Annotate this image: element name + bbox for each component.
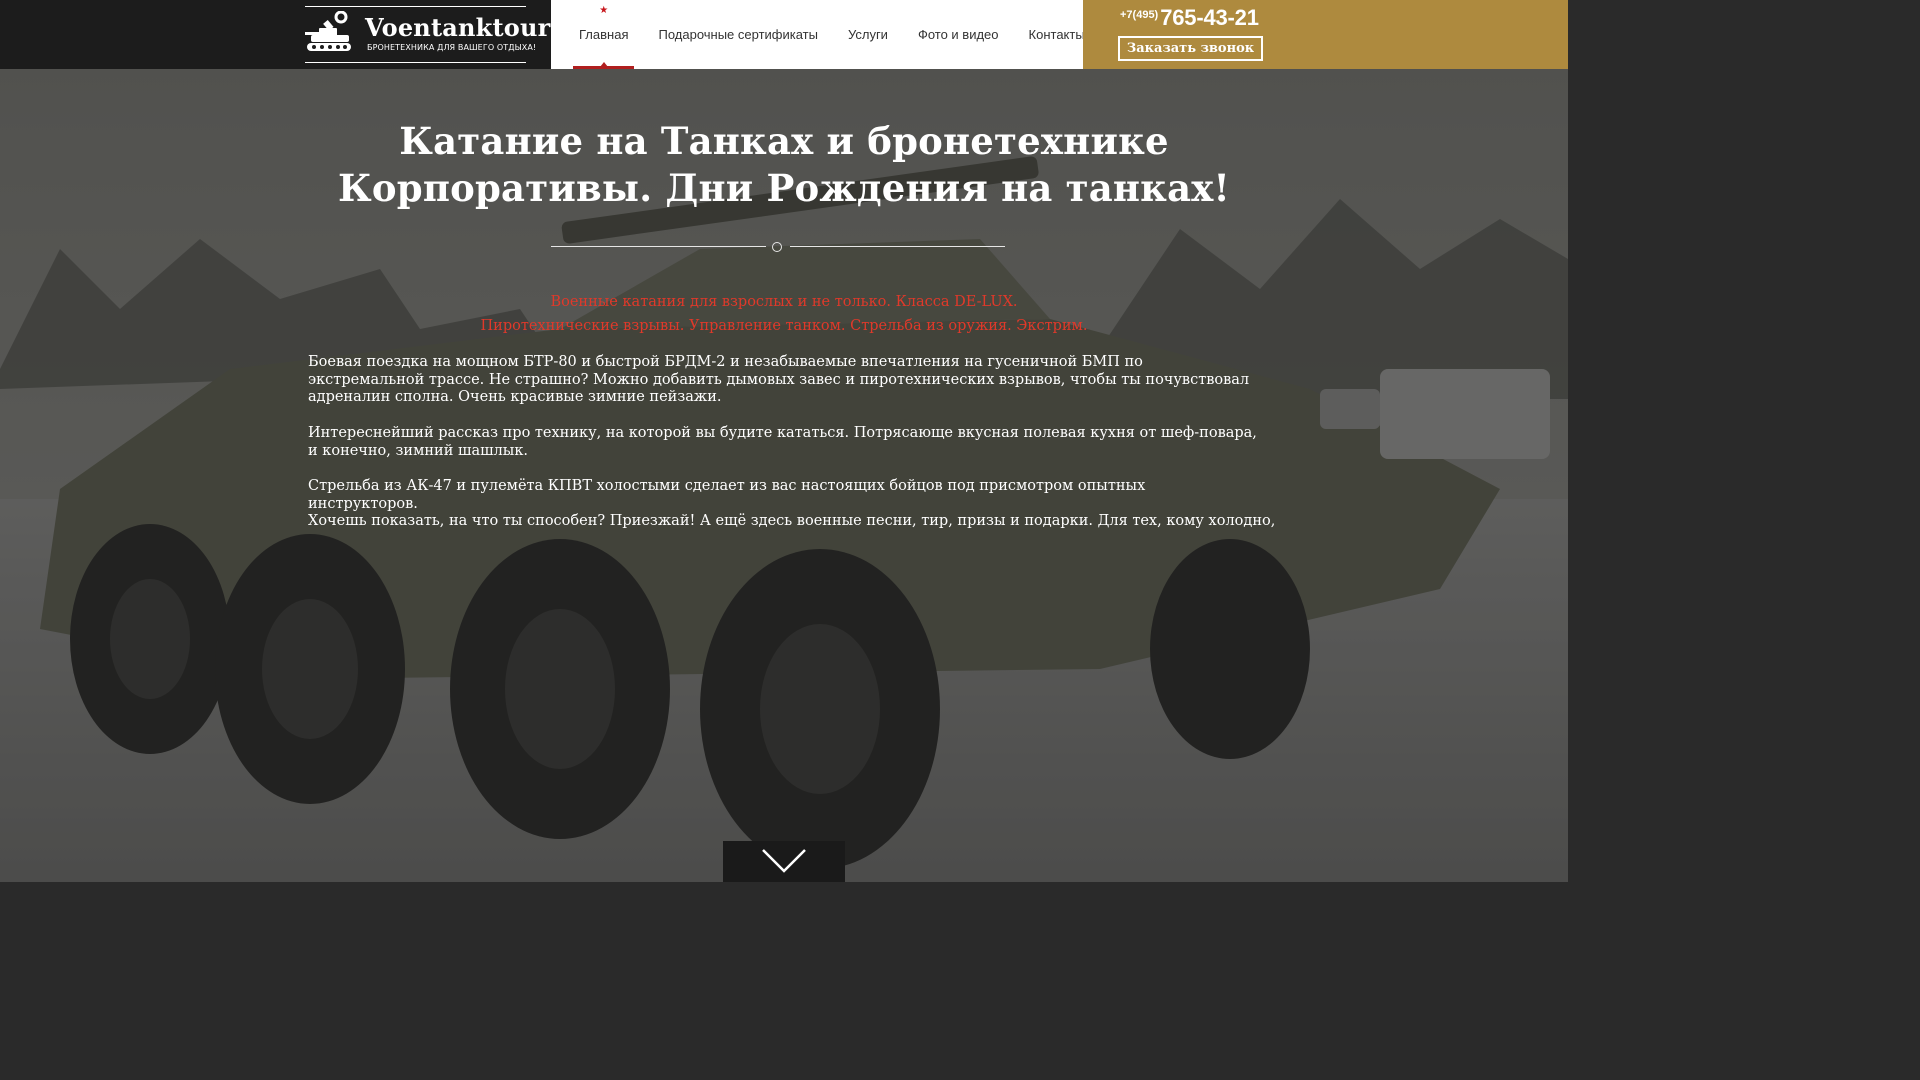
nav-item-label: Фото и видео	[917, 27, 999, 42]
hero-title-line1: Катание на Танках и бронетехнике	[399, 119, 1169, 163]
title-divider	[551, 240, 1005, 254]
hero-paragraph-4: Хочешь показать, на что ты способен? При…	[308, 513, 1276, 529]
divider-circle-icon	[772, 242, 782, 252]
nav-item-contacts[interactable]: Контакты	[1023, 0, 1091, 69]
nav-item-label: Подарочные сертификаты	[658, 27, 818, 42]
hero-paragraph-3: Стрельба из АК-47 и пулемёта КПВТ холост…	[308, 478, 1146, 512]
site-header: Voentanktour БРОНЕТЕХНИКА ДЛЯ ВАШЕГО ОТД…	[0, 0, 1568, 69]
logo-title: Voentanktour	[365, 13, 551, 42]
nav-item-photo-video[interactable]: Фото и видео	[912, 0, 1005, 69]
logo-subtitle: БРОНЕТЕХНИКА ДЛЯ ВАШЕГО ОТДЫХА!	[367, 43, 537, 52]
hero-tagline-2: Пиротехнические взрывы. Управление танко…	[480, 318, 1088, 334]
logo[interactable]: Voentanktour БРОНЕТЕХНИКА ДЛЯ ВАШЕГО ОТД…	[305, 6, 550, 63]
phone-digits: 765-43-21	[1160, 5, 1259, 30]
chevron-down-icon	[762, 849, 806, 873]
nav-item-label: Контакты	[1028, 27, 1085, 42]
hero-tagline-1: Военные катания для взрослых и не только…	[550, 294, 1018, 310]
contact-area: +7(495)765-43-21 Заказать звонок	[1083, 0, 1568, 69]
hero-section: Катание на Танках и бронетехнике Корпора…	[0, 69, 1568, 882]
hero-title-line2: Корпоративы. Дни Рождения на танках!	[338, 166, 1230, 210]
nav-item-services[interactable]: Услуги	[842, 0, 894, 69]
divider-line-right	[790, 246, 1005, 247]
scroll-down-button[interactable]	[723, 841, 845, 882]
phone-prefix: +7(495)	[1120, 9, 1159, 21]
star-icon: ★	[599, 5, 609, 16]
main-nav: ★ Главная Подарочные сертификаты Услуги …	[551, 0, 1085, 69]
nav-item-home[interactable]: ★ Главная	[573, 0, 635, 69]
nav-item-label: Главная	[579, 27, 629, 42]
nav-item-gift-certificates[interactable]: Подарочные сертификаты	[652, 0, 823, 69]
hero-paragraph-2: Интереснейший рассказ про технику, на ко…	[308, 425, 1257, 459]
tank-icon	[305, 11, 351, 51]
hero-paragraph-1: Боевая поездка на мощном БТР-80 и быстро…	[308, 354, 1250, 405]
nav-item-label: Услуги	[847, 27, 888, 42]
divider-line-left	[551, 246, 766, 247]
callback-button[interactable]: Заказать звонок	[1118, 36, 1263, 61]
hero-content: Катание на Танках и бронетехнике Корпора…	[0, 69, 1568, 882]
phone-number[interactable]: +7(495)765-43-21	[1120, 5, 1259, 31]
hero-title: Катание на Танках и бронетехнике Корпора…	[0, 118, 1568, 212]
active-marker-icon	[599, 62, 608, 67]
logo-area: Voentanktour БРОНЕТЕХНИКА ДЛЯ ВАШЕГО ОТД…	[0, 0, 551, 69]
